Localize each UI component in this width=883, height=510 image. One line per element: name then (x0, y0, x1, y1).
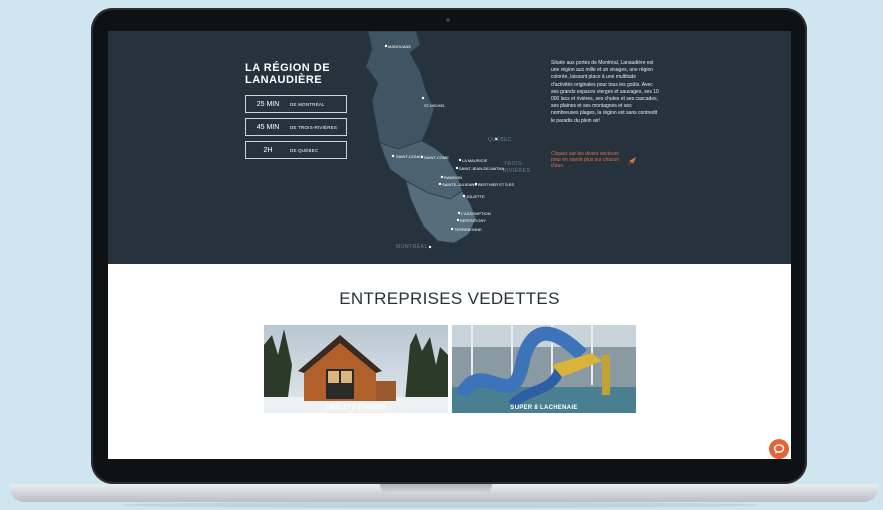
map-label-trois-rivieres-2: RIVIÈRES (503, 168, 531, 174)
distance-quebec: 2H DE QUÉBEC (245, 141, 347, 159)
distance-time: 45 MIN (256, 123, 280, 131)
map-marker (384, 44, 388, 48)
map-label-quebec: QUÉBEC (488, 137, 513, 143)
distance-montreal: 25 MIN DE MONTRÉAL (245, 95, 347, 113)
region-map[interactable]: MANOUANE ST-MICHEL QUÉBEC TROIS- RIVIÈRE… (358, 31, 538, 264)
map-label-lassomption: L'ASSOMPTION (461, 211, 491, 216)
map-label-rawdon: RAWDON (444, 175, 463, 180)
card-label: CHALETS ÉVASION (325, 405, 387, 411)
distance-time: 25 MIN (256, 100, 280, 108)
map-marker (421, 96, 425, 100)
map-label-la-mauricie: LA MAURICIE (462, 158, 488, 163)
featured-title: ENTREPRISES VEDETTES (339, 289, 560, 308)
distance-trois-rivieres: 45 MIN DE TROIS-RIVIÈRES (245, 118, 347, 136)
featured-card-super-8[interactable]: SUPER 8 LACHENAIE (452, 325, 636, 413)
region-description: Située aux portes de Montréal, Lanaudièr… (551, 60, 659, 124)
map-marker (458, 158, 462, 162)
laptop-shadow (120, 502, 760, 508)
chat-button[interactable] (769, 439, 789, 459)
region-section: LA RÉGION DE LANAUDIÈRE 25 MIN DE MONTRÉ… (108, 31, 791, 264)
map-marker (457, 211, 461, 215)
map-label-saint-jean: SAINT-JEAN-DE-MATHA (459, 166, 505, 171)
map-marker (438, 182, 442, 186)
distance-place: DE MONTRÉAL (290, 101, 325, 107)
map-label-saint-donat: SAINT-DONAT (396, 154, 423, 159)
region-map-svg[interactable] (358, 31, 538, 264)
map-marker (455, 166, 459, 170)
map-marker (456, 218, 460, 222)
map-label-berthier: BERTHIER ET ÎLES (478, 182, 515, 187)
map-label-sainte-julienne: SAINTE-JULIENNE (442, 182, 478, 187)
featured-card-chalets-evasion[interactable]: CHALETS ÉVASION (264, 325, 448, 413)
map-label-joliette: JOLIETTE (466, 194, 485, 199)
map-label-manouane: MANOUANE (388, 44, 412, 49)
map-marker (428, 245, 432, 249)
map-marker (462, 194, 466, 198)
camera-icon (446, 18, 450, 22)
chat-bubble-icon (773, 444, 785, 454)
map-marker (440, 175, 444, 179)
map-marker (450, 227, 454, 231)
region-title-line1: LA RÉGION DE (245, 62, 331, 74)
region-title: LA RÉGION DE LANAUDIÈRE (245, 62, 375, 86)
laptop-notch (380, 484, 492, 494)
browser-viewport: LA RÉGION DE LANAUDIÈRE 25 MIN DE MONTRÉ… (108, 31, 791, 459)
distance-time: 2H (263, 146, 273, 154)
map-label-saint-come: SAINT-CÔME (424, 155, 449, 160)
region-title-line2: LANAUDIÈRE (245, 74, 323, 86)
card-label: SUPER 8 LACHENAIE (510, 405, 578, 411)
map-label-st-michel: ST-MICHEL (424, 103, 446, 108)
chalet-photo (264, 325, 448, 413)
map-label-trois-rivieres-1: TROIS- (504, 161, 524, 167)
map-label-montreal: MONTRÉAL (396, 244, 428, 250)
map-label-repentigny: REPENTIGNY (460, 218, 487, 223)
distance-place: DE QUÉBEC (290, 147, 319, 153)
map-label-terrebonne: TERREBONNE (454, 227, 482, 232)
map-marker (391, 154, 395, 158)
region-sectors-link[interactable]: Cliquez sur les divers secteurs pour en … (551, 151, 621, 169)
distance-place: DE TROIS-RIVIÈRES (290, 124, 338, 130)
waterslide-photo (452, 325, 636, 413)
pointer-icon (628, 157, 636, 166)
